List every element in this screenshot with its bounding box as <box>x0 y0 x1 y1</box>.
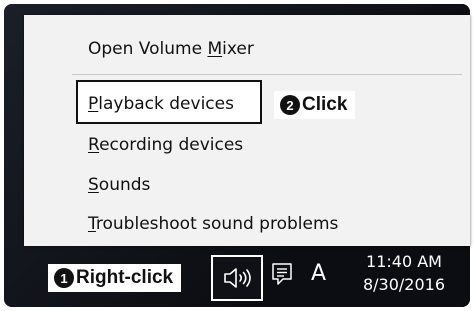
action-center-button[interactable] <box>271 262 293 291</box>
volume-context-menu: Open Volume Mixer Playback devices Recor… <box>24 15 470 246</box>
menu-item-label: Open Volume <box>88 39 208 59</box>
action-center-icon <box>272 263 292 285</box>
menu-item-label-rest: roubleshoot sound problems <box>95 214 339 234</box>
menu-item-sounds[interactable]: Sounds <box>88 175 150 195</box>
step-number-1-icon: 1 <box>54 268 74 288</box>
callout-label: Click <box>302 94 348 115</box>
speaker-volume-button[interactable] <box>211 255 263 301</box>
menu-item-label-rest: layback devices <box>98 94 234 114</box>
menu-item-troubleshoot-sound-problems[interactable]: Troubleshoot sound problems <box>88 214 338 234</box>
callout-label: Right-click <box>76 267 174 288</box>
callout-step-1-right-click: 1 Right-click <box>48 264 182 292</box>
step-number-2-icon: 2 <box>280 95 300 115</box>
input-method-indicator[interactable]: A <box>311 261 326 286</box>
taskbar-clock[interactable]: 11:40 AM 8/30/2016 <box>350 250 458 296</box>
menu-item-label-rest: ixer <box>222 39 254 59</box>
menu-item-recording-devices[interactable]: Recording devices <box>88 135 243 155</box>
menu-item-accelerator: T <box>88 214 96 234</box>
menu-item-accelerator: M <box>207 39 223 59</box>
menu-separator <box>72 74 462 75</box>
speaker-volume-icon <box>224 268 251 288</box>
callout-step-2-click: 2 Click <box>274 91 356 119</box>
menu-item-accelerator: R <box>88 135 100 155</box>
menu-item-accelerator: S <box>88 175 99 195</box>
menu-item-accelerator: P <box>88 94 99 114</box>
menu-item-label-rest: ecording devices <box>99 135 244 155</box>
menu-item-label-rest: ounds <box>98 175 151 195</box>
menu-item-playback-devices[interactable]: Playback devices <box>88 94 234 114</box>
clock-time: 11:40 AM <box>366 252 442 271</box>
clock-date: 8/30/2016 <box>362 275 446 294</box>
menu-item-open-volume-mixer[interactable]: Open Volume Mixer <box>88 39 254 59</box>
